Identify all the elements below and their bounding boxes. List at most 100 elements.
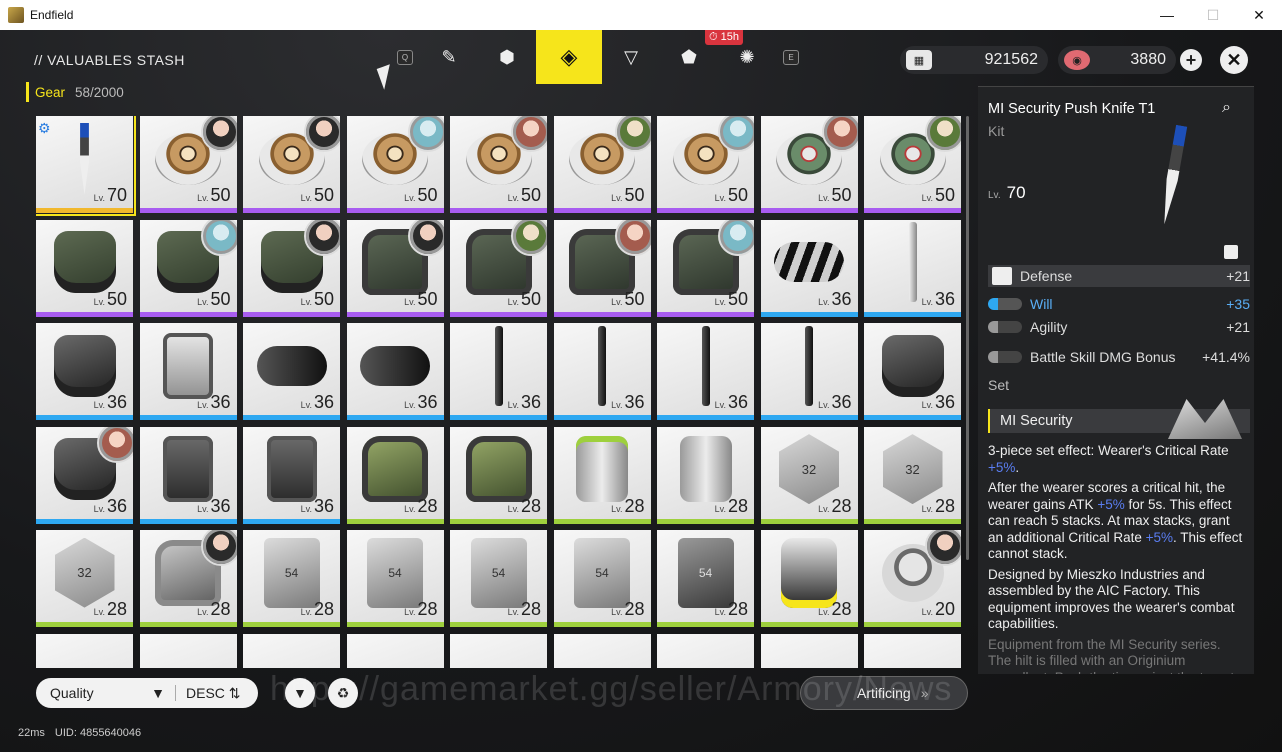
tab-next-key[interactable]: E <box>776 30 806 84</box>
gear-item-card[interactable] <box>139 633 237 668</box>
gear-item-card[interactable]: Lv. 36 <box>36 323 133 420</box>
gear-item-card[interactable]: 32 Lv. 28 <box>760 426 858 524</box>
gear-item-card[interactable] <box>657 633 754 668</box>
gear-item-card[interactable] <box>553 633 651 668</box>
gear-item-card[interactable] <box>450 633 547 668</box>
gear-item-card[interactable]: Lv. 50 <box>553 116 651 213</box>
gear-item-card[interactable]: Lv. 50 <box>864 116 961 213</box>
gear-item-card[interactable]: 54 Lv. 28 <box>657 530 754 627</box>
maximize-button[interactable]: ☐ <box>1190 0 1236 30</box>
item-level: Lv. 28 <box>197 599 231 619</box>
item-level: Lv. 50 <box>197 185 231 205</box>
item-art <box>362 436 428 503</box>
gear-item-card[interactable]: Lv. 50 <box>36 219 133 317</box>
operator-avatar <box>718 116 754 152</box>
item-art <box>576 436 628 503</box>
crate-icon: ⬟ <box>681 46 697 67</box>
gear-item-card[interactable]: Lv. 50 <box>450 116 547 213</box>
gear-item-card[interactable]: Lv. 50 <box>139 219 237 317</box>
minimize-button[interactable]: — <box>1144 0 1190 30</box>
gear-item-card[interactable]: Lv. 36 <box>864 323 961 420</box>
gear-item-card[interactable]: Lv. 36 <box>139 323 237 420</box>
tab-consumables[interactable]: ▽ <box>602 30 660 84</box>
gear-item-card[interactable]: 32 Lv. 28 <box>864 426 961 524</box>
tab-equipment[interactable]: ◈ <box>536 30 602 84</box>
gear-item-card[interactable]: Lv. 28 <box>450 426 547 524</box>
gear-item-card[interactable]: 54 Lv. 28 <box>346 530 444 627</box>
gear-item-card[interactable]: Lv. 28 <box>553 426 651 524</box>
item-level: Lv. 36 <box>507 392 541 412</box>
close-window-button[interactable]: ✕ <box>1236 0 1282 30</box>
gear-item-card[interactable]: 54 Lv. 28 <box>450 530 547 627</box>
gear-item-card[interactable]: Lv. 36 <box>36 426 133 524</box>
rarity-bar <box>36 415 133 420</box>
tab-weapons[interactable]: ✎ <box>420 30 478 84</box>
lock-icon[interactable] <box>1224 245 1238 259</box>
gear-item-card[interactable]: Lv. 36 <box>450 323 547 420</box>
weapon-icon: ✎ <box>441 46 457 67</box>
item-art <box>163 436 213 503</box>
gear-item-card[interactable]: Lv. 50 <box>243 116 340 213</box>
add-currency-button[interactable]: + <box>1180 49 1202 71</box>
gear-item-card[interactable]: Lv. 28 <box>657 426 754 524</box>
gear-item-card[interactable]: Lv. 50 <box>346 219 444 317</box>
gear-item-card[interactable]: Lv. 36 <box>760 219 858 317</box>
gear-item-card[interactable]: Lv. 36 <box>864 219 961 317</box>
gear-item-card[interactable]: Lv. 36 <box>243 426 340 524</box>
gear-item-card[interactable] <box>864 633 961 668</box>
item-art: 54 <box>367 537 423 608</box>
gear-item-card[interactable]: Lv. 50 <box>553 219 651 317</box>
item-level: Lv. 70 <box>93 185 127 205</box>
rarity-bar <box>657 415 754 420</box>
gear-item-card[interactable]: Lv. 36 <box>139 426 237 524</box>
item-level: Lv. 36 <box>611 392 645 412</box>
sort-dropdown[interactable]: Quality ▼ <box>36 685 176 701</box>
gear-item-card[interactable]: Lv. 50 <box>346 116 444 213</box>
gear-item-card[interactable]: Lv. 50 <box>760 116 858 213</box>
grid-scrollbar[interactable] <box>966 116 969 560</box>
gear-item-card[interactable] <box>346 633 444 668</box>
equipped-tag-icon: ⚙ <box>38 120 51 136</box>
rarity-bar <box>450 518 547 524</box>
gear-item-card[interactable]: Lv. 36 <box>346 323 444 420</box>
gear-item-card[interactable]: Lv. 28 <box>139 530 237 627</box>
item-level: Lv. 36 <box>818 392 852 412</box>
tab-gear[interactable]: ⬢ <box>478 30 536 84</box>
gear-item-card[interactable]: Lv. 50 <box>450 219 547 317</box>
tab-prev-key[interactable]: Q <box>390 30 420 84</box>
item-level: Lv. 28 <box>507 495 541 516</box>
gear-item-card[interactable]: Lv. 36 <box>760 323 858 420</box>
item-art: 54 <box>263 537 320 608</box>
gear-item-card[interactable]: Lv. 28 <box>346 426 444 524</box>
gear-item-card[interactable]: 54 Lv. 28 <box>553 530 651 627</box>
gear-item-card[interactable]: Lv. 36 <box>243 323 340 420</box>
sort-direction-button[interactable]: DESC ⇅ <box>176 685 241 702</box>
operator-avatar <box>304 116 340 152</box>
gear-item-card[interactable]: Lv. 36 <box>657 323 754 420</box>
gear-subtab[interactable]: Gear 58/2000 <box>26 82 124 102</box>
triangle-icon: ▽ <box>624 46 638 67</box>
gear-item-card[interactable]: Lv. 50 <box>657 219 754 317</box>
item-art <box>908 222 917 303</box>
gear-item-card[interactable]: Lv. 28 <box>760 530 858 627</box>
gear-item-card[interactable]: Lv. 50 <box>139 116 237 213</box>
gear-item-card[interactable] <box>36 633 133 668</box>
gear-item-card[interactable]: Lv. 50 <box>243 219 340 317</box>
item-art <box>805 325 813 406</box>
gear-item-card[interactable]: ⚙ Lv. 70 <box>36 116 136 216</box>
gear-item-card[interactable]: Lv. 36 <box>553 323 651 420</box>
close-stash-button[interactable]: ✕ <box>1220 46 1248 74</box>
gear-item-card[interactable]: Lv. 20 <box>864 530 961 627</box>
stat-battle-skill: Battle Skill DMG Bonus +41.4% <box>988 346 1250 368</box>
gear-item-card[interactable]: 32 Lv. 28 <box>36 530 133 627</box>
inspect-icon[interactable]: ⌕ <box>1222 99 1244 121</box>
rarity-bar <box>243 622 340 627</box>
gear-item-card[interactable]: Lv. 50 <box>657 116 754 213</box>
gear-item-card[interactable] <box>760 633 858 668</box>
item-art: 54 <box>574 537 630 608</box>
item-preview <box>1128 110 1218 240</box>
rarity-bar <box>864 518 961 524</box>
gear-item-card[interactable]: 54 Lv. 28 <box>243 530 340 627</box>
item-art <box>781 537 837 608</box>
gear-item-card[interactable] <box>243 633 340 668</box>
